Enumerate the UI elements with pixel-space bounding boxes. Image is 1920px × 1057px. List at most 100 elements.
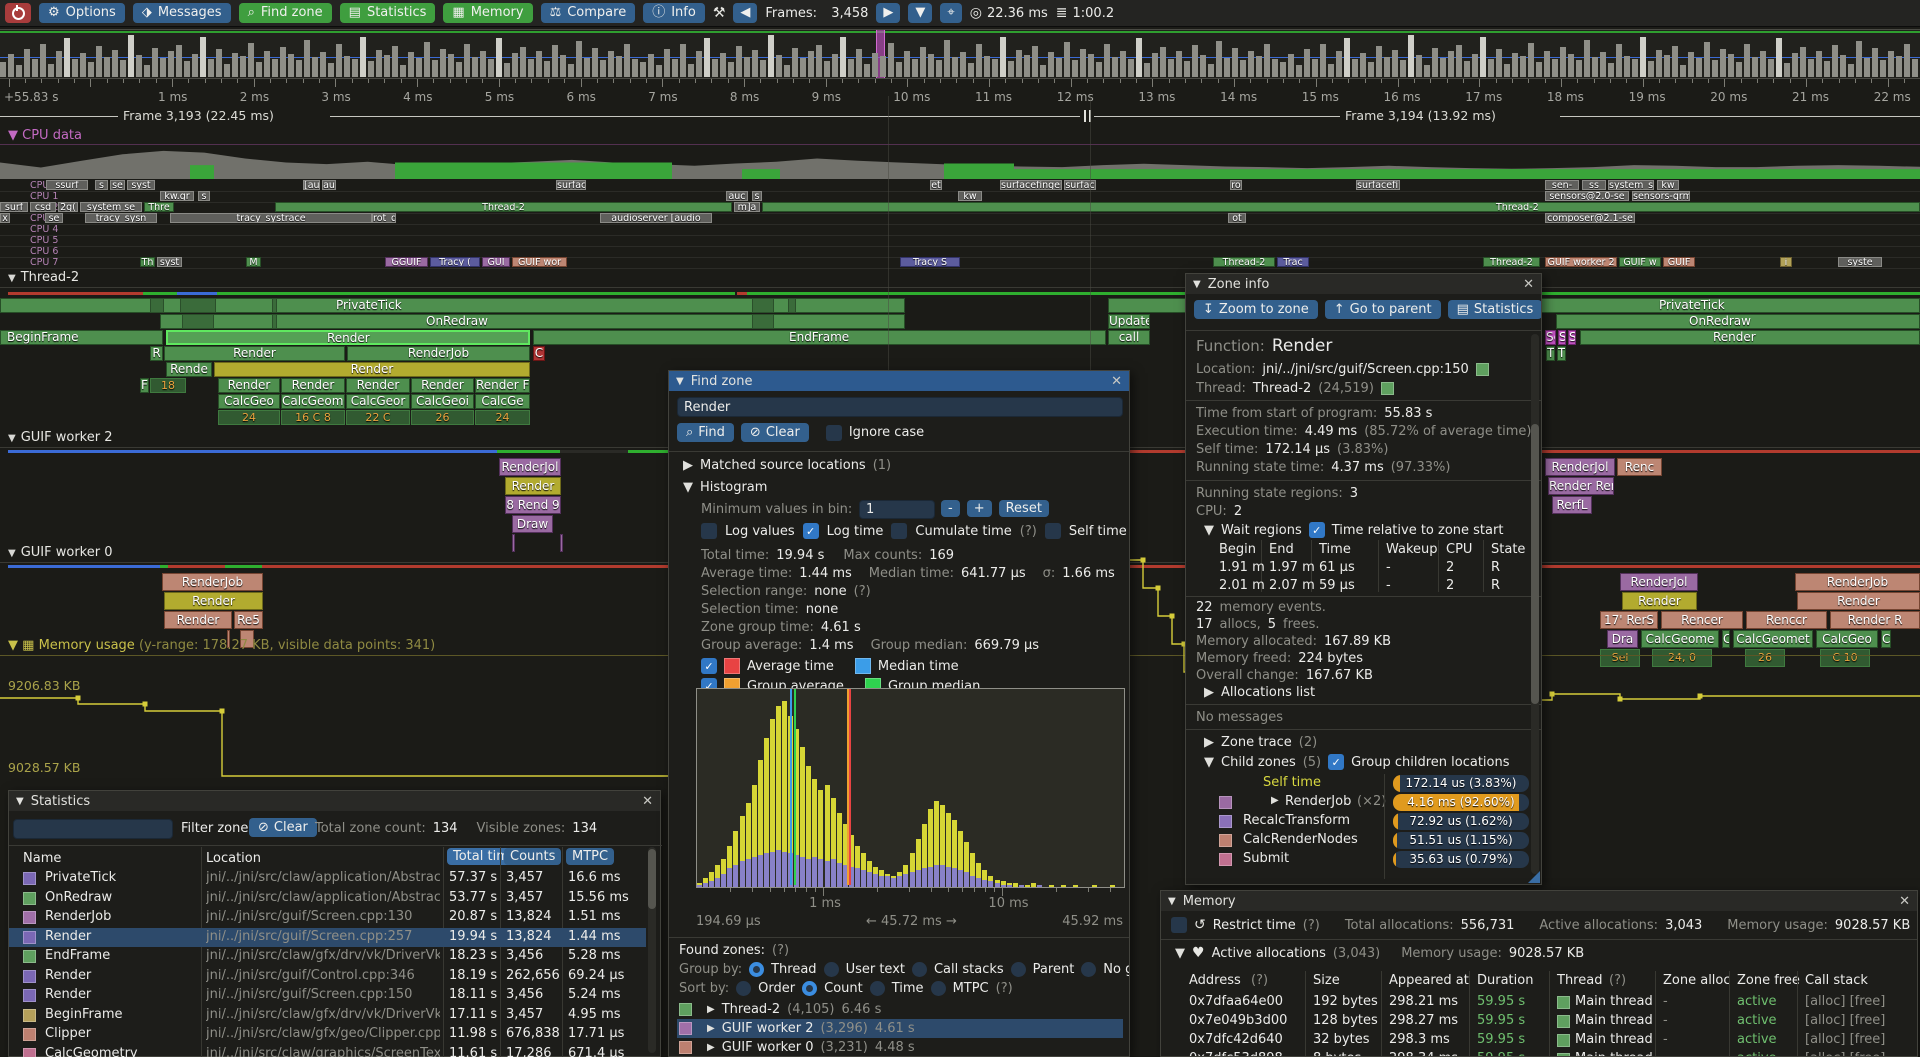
alloc-col-header[interactable]: Zone free <box>1737 973 1800 988</box>
alloc-col-header[interactable]: Address <box>1189 973 1241 988</box>
active-allocations-section[interactable]: Active allocations <box>1212 946 1326 961</box>
clear-button[interactable]: ⊘Clear <box>741 423 809 442</box>
table-row[interactable]: Renderjni/../jni/src/guif/Screen.cpp:257… <box>9 928 646 947</box>
radio-call-stacks[interactable] <box>912 962 927 977</box>
collapse-icon[interactable]: ▼ <box>683 480 693 495</box>
table-row[interactable]: 0x7dfc42d64032 bytes298.3 ms59.95 sMain … <box>1161 1031 1918 1050</box>
find-zone-titlebar[interactable]: ▼ Find zone ✕ <box>669 371 1129 391</box>
expand-icon[interactable]: ▶ <box>707 1004 715 1015</box>
table-row[interactable]: 0x7e049b3d00128 bytes298.27 ms59.95 sMai… <box>1161 1012 1918 1031</box>
table-row[interactable]: RenderJobjni/../jni/src/guif/Screen.cpp:… <box>9 908 646 927</box>
radio-parent[interactable] <box>1011 962 1026 977</box>
find-zone-search-input[interactable]: Render <box>677 397 1123 417</box>
zone-info-scrollbar[interactable] <box>1531 334 1539 874</box>
expand-icon[interactable]: ▶ <box>1204 735 1214 750</box>
find-button[interactable]: ⌕Find <box>677 423 734 442</box>
thread-color-swatch <box>1557 996 1570 1009</box>
table-row[interactable]: PrivateTickjni/../jni/src/claw/applicati… <box>9 869 646 888</box>
alloc-col-header[interactable]: Duration <box>1477 973 1533 988</box>
table-row[interactable]: Renderjni/../jni/src/guif/Control.cpp:34… <box>9 967 646 986</box>
zone-trace-section[interactable]: Zone trace <box>1221 735 1292 750</box>
close-icon[interactable]: ✕ <box>1523 277 1534 292</box>
radio-order[interactable] <box>736 981 751 996</box>
log-time-checkbox[interactable]: ✓ <box>803 523 819 539</box>
child-zone-row[interactable]: CalcRenderNodes51.51 us (1.15%) <box>1186 831 1542 850</box>
table-row[interactable]: CalcGeometryjni/../jni/src/claw/graphics… <box>9 1045 646 1057</box>
expand-icon[interactable]: ▶ <box>707 1042 715 1053</box>
expand-icon[interactable]: ▶ <box>707 1023 715 1034</box>
table-row[interactable]: Renderjni/../jni/src/guif/Screen.cpp:150… <box>9 986 646 1005</box>
child-zone-row[interactable]: Submit35.63 us (0.79%) <box>1186 850 1542 869</box>
statistics-scrollbar[interactable] <box>648 847 656 1053</box>
alloc-address: 0x7e049b3d00 <box>1189 1013 1287 1028</box>
col-location[interactable]: Location <box>206 851 261 866</box>
col-mtpc[interactable]: MTPC <box>566 848 614 865</box>
found-zone-row[interactable]: ▶GUIF worker 2(3,296)4.61 s <box>677 1019 1123 1038</box>
min-values-input[interactable]: 1 <box>859 500 935 519</box>
zoom-to-zone-button[interactable]: ↧Zoom to zone <box>1194 300 1318 319</box>
collapse-icon[interactable]: ▼ <box>1204 755 1214 770</box>
close-icon[interactable]: ✕ <box>642 794 653 809</box>
table-row[interactable]: BeginFramejni/../jni/src/claw/gfx/drv/vk… <box>9 1006 646 1025</box>
wait-regions-section[interactable]: Wait regions <box>1221 523 1302 538</box>
expand-icon[interactable]: ▶ <box>1204 685 1214 700</box>
alloc-col-header[interactable]: Call stack <box>1805 973 1868 988</box>
restrict-time-checkbox[interactable] <box>1171 917 1187 933</box>
table-row[interactable]: EndFramejni/../jni/src/claw/gfx/drv/vk/D… <box>9 947 646 966</box>
child-zone-row[interactable]: ▶RenderJob(×2)4.16 ms (92.60%) <box>1186 793 1542 812</box>
child-zones-section[interactable]: Child zones <box>1221 755 1296 770</box>
radio-no-grouping[interactable] <box>1081 962 1096 977</box>
expand-icon[interactable]: ▶ <box>1271 795 1279 806</box>
radio-user-text[interactable] <box>824 962 839 977</box>
memory-titlebar[interactable]: ▼ Memory ✕ <box>1161 891 1917 911</box>
child-zone-row[interactable]: Self time172.14 us (3.83%) <box>1186 774 1542 793</box>
collapse-icon[interactable]: ▼ <box>676 376 684 387</box>
collapse-icon[interactable]: ▼ <box>1175 946 1185 961</box>
close-icon[interactable]: ✕ <box>1899 894 1910 909</box>
find-zone-histogram[interactable] <box>696 688 1125 888</box>
found-zone-row[interactable]: ▶GUIF worker 0(3,231)4.48 s <box>677 1038 1123 1057</box>
radio-thread[interactable] <box>749 962 764 977</box>
log-values-checkbox[interactable] <box>701 523 717 539</box>
matched-source-locations[interactable]: Matched source locations <box>700 458 866 473</box>
zone-info-titlebar[interactable]: ▼ Zone info ✕ <box>1186 274 1541 294</box>
allocations-list-section[interactable]: Allocations list <box>1221 685 1315 700</box>
alloc-col-header[interactable]: Thread <box>1557 973 1602 988</box>
col-counts[interactable]: Counts <box>504 848 561 865</box>
child-zone-row[interactable]: RecalcTransform72.92 us (1.62%) <box>1186 812 1542 831</box>
cumulate-time-checkbox[interactable] <box>891 523 907 539</box>
statistics-titlebar[interactable]: ▼ Statistics ✕ <box>9 791 660 811</box>
filter-zones-input[interactable] <box>13 819 173 839</box>
histogram-section[interactable]: Histogram <box>700 480 767 495</box>
clear-filter-button[interactable]: ⊘Clear <box>249 818 317 837</box>
legend-checkbox[interactable]: ✓ <box>701 658 717 674</box>
close-icon[interactable]: ✕ <box>1111 374 1122 389</box>
collapse-icon[interactable]: ▼ <box>1193 279 1201 290</box>
collapse-icon[interactable]: ▼ <box>1204 523 1214 538</box>
col-name[interactable]: Name <box>23 851 61 866</box>
group-children-checkbox[interactable]: ✓ <box>1328 754 1344 770</box>
bin-decrease-button[interactable]: - <box>941 500 960 517</box>
resize-grip[interactable] <box>1528 871 1540 883</box>
radio-time[interactable] <box>870 981 885 996</box>
alloc-col-header[interactable]: Appeared at <box>1389 973 1469 988</box>
bin-reset-button[interactable]: Reset <box>999 500 1049 517</box>
collapse-icon[interactable]: ▼ <box>16 796 24 807</box>
collapse-icon[interactable]: ▼ <box>1168 896 1176 907</box>
statistics-button[interactable]: ▤Statistics <box>1448 300 1542 319</box>
alloc-col-header[interactable]: Zone alloc <box>1663 973 1731 988</box>
alloc-col-header[interactable]: Size <box>1313 973 1340 988</box>
table-row[interactable]: 0x7dfaa64e00192 bytes298.21 ms59.95 sMai… <box>1161 993 1918 1012</box>
radio-count[interactable] <box>802 981 817 996</box>
found-zone-row[interactable]: ▶Thread-2(4,105)6.46 s <box>677 1000 1123 1019</box>
bin-increase-button[interactable]: + <box>967 500 992 517</box>
radio-mtpc[interactable] <box>931 981 946 996</box>
table-row[interactable]: 0x7dfc53d8988 bytes298.34 ms59.95 sMain … <box>1161 1050 1918 1057</box>
expand-icon[interactable]: ▶ <box>683 458 693 473</box>
table-row[interactable]: OnRedrawjni/../jni/src/claw/application/… <box>9 889 646 908</box>
self-time-checkbox[interactable] <box>1045 523 1061 539</box>
ignore-case-checkbox[interactable] <box>826 425 842 441</box>
go-to-parent-button[interactable]: ↑Go to parent <box>1325 300 1441 319</box>
table-row[interactable]: Clipperjni/../jni/src/claw/gfx/geo/Clipp… <box>9 1025 646 1044</box>
relative-time-checkbox[interactable]: ✓ <box>1309 522 1325 538</box>
